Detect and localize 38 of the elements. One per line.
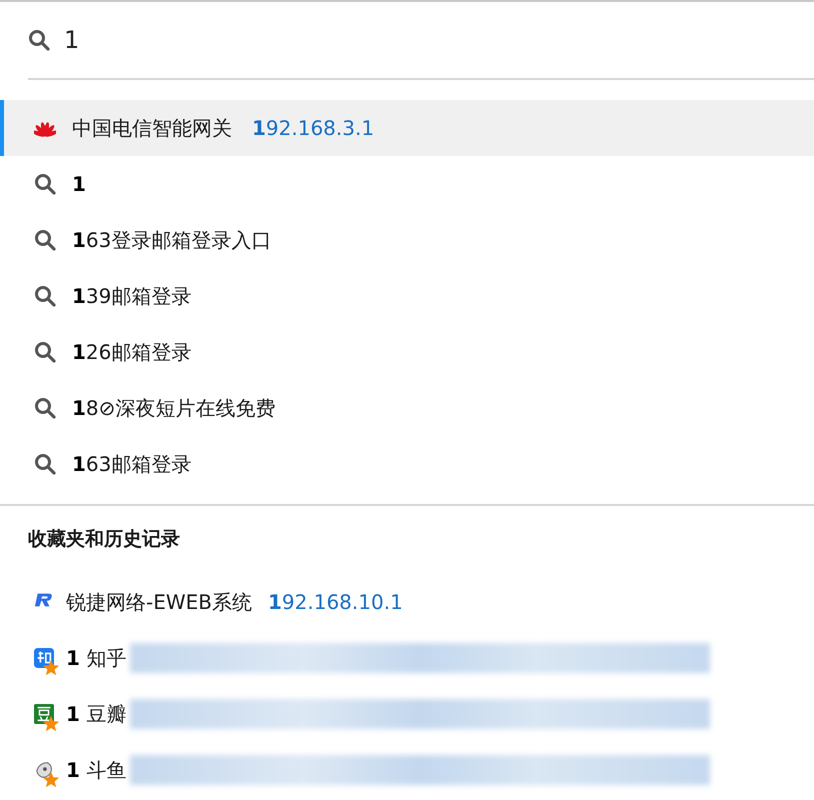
search-icon bbox=[34, 285, 56, 307]
history-title: 1 豆瓣 bbox=[66, 700, 126, 728]
suggestion-title: 18⊘深夜短片在线免费 bbox=[72, 394, 276, 422]
suggestion-title: 1 bbox=[72, 172, 86, 196]
suggestion-url: 192.168.3.1 bbox=[252, 116, 374, 140]
history-item[interactable]: 锐捷网络-EWEB系统 192.168.10.1 bbox=[0, 574, 814, 630]
suggestion-item[interactable]: 163邮箱登录 bbox=[0, 436, 814, 492]
search-icon bbox=[34, 397, 56, 419]
history-title: 锐捷网络-EWEB系统 bbox=[66, 588, 252, 616]
history-title: 1 斗鱼 bbox=[66, 756, 126, 784]
suggestion-title: 中国电信智能网关 bbox=[72, 114, 232, 142]
r-logo-icon bbox=[34, 591, 54, 609]
history-item[interactable]: 1 豆瓣 bbox=[0, 686, 814, 742]
suggestion-item[interactable]: 18⊘深夜短片在线免费 bbox=[0, 380, 814, 436]
history-title: 1 知乎 bbox=[66, 644, 126, 672]
app-icon bbox=[34, 647, 54, 669]
search-icon bbox=[34, 173, 56, 195]
app-icon bbox=[34, 703, 54, 725]
suggestion-item[interactable]: 中国电信智能网关 192.168.3.1 bbox=[0, 100, 814, 156]
search-icon bbox=[34, 453, 56, 475]
suggestion-title: 163邮箱登录 bbox=[72, 450, 192, 478]
suggestion-title: 139邮箱登录 bbox=[72, 282, 192, 310]
suggestion-title: 126邮箱登录 bbox=[72, 338, 192, 366]
suggestion-title: 163登录邮箱登录入口 bbox=[72, 226, 272, 254]
search-icon bbox=[28, 29, 50, 51]
history-url: 192.168.10.1 bbox=[268, 590, 403, 614]
search-bar[interactable]: 1 bbox=[28, 2, 814, 80]
search-icon bbox=[34, 341, 56, 363]
fish-icon bbox=[34, 759, 54, 781]
search-field[interactable]: 1 bbox=[64, 26, 664, 54]
suggestion-item[interactable]: 1 bbox=[0, 156, 814, 212]
search-icon bbox=[34, 229, 56, 251]
history-item[interactable]: 1 知乎 bbox=[0, 630, 814, 686]
suggestion-item[interactable]: 139邮箱登录 bbox=[0, 268, 814, 324]
suggestion-item[interactable]: 163登录邮箱登录入口 bbox=[0, 212, 814, 268]
history-item[interactable]: 1 斗鱼 bbox=[0, 742, 814, 798]
suggestion-item[interactable]: 126邮箱登录 bbox=[0, 324, 814, 380]
section-heading: 收藏夹和历史记录 bbox=[27, 527, 181, 552]
